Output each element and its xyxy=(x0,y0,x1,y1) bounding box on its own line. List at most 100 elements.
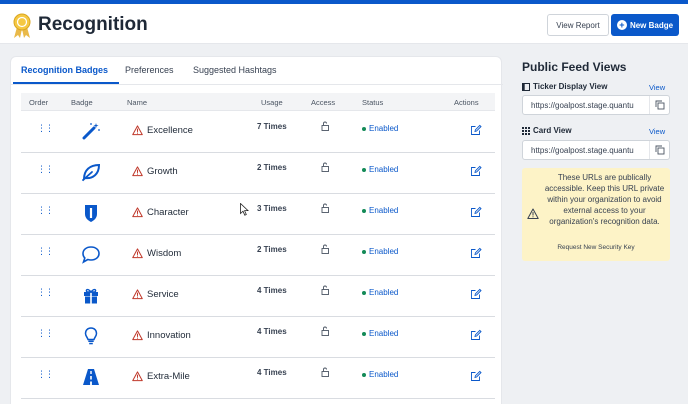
edit-icon[interactable] xyxy=(470,247,482,259)
drag-handle-icon[interactable]: ⋮⋮ xyxy=(37,124,54,136)
status-dot xyxy=(362,208,366,213)
page-header: Recognition View Report + New Badge xyxy=(0,4,688,44)
status-label: Enabled xyxy=(369,124,399,133)
badge-name: Character xyxy=(147,207,189,218)
tab-suggested-hashtags[interactable]: Suggested Hashtags xyxy=(193,65,277,75)
table-row: ⋮⋮ Excellence 7 Times Enabled xyxy=(21,112,495,153)
table-row: ⋮⋮ Extra-Mile 4 Times Enabled xyxy=(21,358,495,399)
gift-icon xyxy=(84,288,98,304)
status-label: Enabled xyxy=(369,206,399,215)
table-row: ⋮⋮ Innovation 4 Times Enabled xyxy=(21,317,495,358)
table-row: ⋮⋮ Wisdom 2 Times Enabled xyxy=(21,235,495,276)
security-notice-text: These URLs are publically accessible. Ke… xyxy=(544,173,665,226)
badge-name: Innovation xyxy=(147,330,191,341)
warning-icon xyxy=(132,207,143,218)
road-icon xyxy=(83,369,99,385)
edit-icon[interactable] xyxy=(470,206,482,218)
drag-handle-icon[interactable]: ⋮⋮ xyxy=(37,165,54,177)
edit-icon[interactable] xyxy=(470,329,482,341)
column-header-access: Access xyxy=(311,98,336,107)
plus-icon: + xyxy=(616,20,627,30)
status-badge: Enabled xyxy=(362,124,398,133)
grid-icon xyxy=(522,126,530,135)
security-notice: These URLs are publically accessible. Ke… xyxy=(522,168,670,261)
unlock-icon xyxy=(321,162,329,172)
status-label: Enabled xyxy=(369,247,399,256)
edit-icon[interactable] xyxy=(470,370,482,382)
edit-icon[interactable] xyxy=(470,288,482,300)
warning-icon xyxy=(527,208,539,219)
drag-handle-icon[interactable]: ⋮⋮ xyxy=(37,370,54,382)
drag-handle-icon[interactable]: ⋮⋮ xyxy=(37,288,54,300)
warning-icon xyxy=(132,330,143,341)
status-dot xyxy=(362,249,366,254)
status-badge: Enabled xyxy=(362,206,398,215)
ticker-display-label: Ticker Display View xyxy=(522,82,607,91)
edit-icon[interactable] xyxy=(470,124,482,136)
status-dot xyxy=(362,372,366,377)
unlock-icon xyxy=(321,244,329,254)
card-view-link[interactable]: View xyxy=(649,127,665,136)
unlock-icon xyxy=(321,203,329,213)
table-header: Order Badge Name Usage Access Status Act… xyxy=(21,93,495,111)
status-dot xyxy=(362,331,366,336)
badge-name: Service xyxy=(147,289,179,300)
column-header-actions: Actions xyxy=(454,98,479,107)
edit-icon[interactable] xyxy=(470,165,482,177)
shield-icon xyxy=(85,205,97,222)
warning-icon xyxy=(132,166,143,177)
copy-card-url-button[interactable] xyxy=(649,141,669,159)
public-feed-panel: Public Feed Views Ticker Display View Vi… xyxy=(510,44,688,404)
ticker-url-field[interactable]: https://goalpost.stage.quantu xyxy=(522,95,670,115)
unlock-icon xyxy=(321,285,329,295)
award-ribbon-icon xyxy=(13,13,31,38)
usage-count: 3 Times xyxy=(257,204,287,213)
public-feed-title: Public Feed Views xyxy=(522,60,627,74)
tab-preferences[interactable]: Preferences xyxy=(125,65,174,75)
magic-wand-icon xyxy=(82,123,100,140)
badge-name: Excellence xyxy=(147,125,193,136)
drag-handle-icon[interactable]: ⋮⋮ xyxy=(37,206,54,218)
drag-handle-icon[interactable]: ⋮⋮ xyxy=(37,247,54,259)
status-label: Enabled xyxy=(369,370,399,379)
view-report-button[interactable]: View Report xyxy=(547,14,609,36)
table-row: ⋮⋮ Growth 2 Times Enabled xyxy=(21,153,495,194)
table-row: ⋮⋮ Character 3 Times Enabled xyxy=(21,194,495,235)
drag-handle-icon[interactable]: ⋮⋮ xyxy=(37,329,54,341)
card-view-label: Card View xyxy=(522,126,572,135)
warning-icon xyxy=(132,248,143,259)
copy-icon xyxy=(655,145,664,155)
new-badge-label: New Badge xyxy=(629,20,674,30)
warning-icon xyxy=(132,371,143,382)
usage-count: 2 Times xyxy=(257,245,287,254)
ticker-view-link[interactable]: View xyxy=(649,83,665,92)
speech-bubble-icon xyxy=(82,246,100,264)
column-header-badge: Badge xyxy=(71,98,93,107)
usage-count: 4 Times xyxy=(257,286,287,295)
status-label: Enabled xyxy=(369,329,399,338)
column-header-usage: Usage xyxy=(261,98,283,107)
new-badge-button[interactable]: + New Badge xyxy=(611,14,679,36)
page-title: Recognition xyxy=(38,14,148,35)
status-badge: Enabled xyxy=(362,329,398,338)
usage-count: 4 Times xyxy=(257,368,287,377)
copy-ticker-url-button[interactable] xyxy=(649,96,669,114)
active-tab-indicator xyxy=(13,82,119,84)
status-badge: Enabled xyxy=(362,288,398,297)
status-badge: Enabled xyxy=(362,165,398,174)
column-header-status: Status xyxy=(362,98,384,107)
tab-recognition-badges[interactable]: Recognition Badges xyxy=(21,65,108,75)
mouse-cursor-icon xyxy=(240,203,249,216)
card-url-field[interactable]: https://goalpost.stage.quantu xyxy=(522,140,670,160)
unlock-icon xyxy=(321,367,329,377)
warning-icon xyxy=(132,125,143,136)
leaf-icon xyxy=(82,163,101,182)
request-security-key-link[interactable]: Request New Security Key xyxy=(522,244,670,251)
card-url-text: https://goalpost.stage.quantu xyxy=(531,146,634,155)
badge-name: Extra-Mile xyxy=(147,371,190,382)
status-label: Enabled xyxy=(369,288,399,297)
badge-name: Wisdom xyxy=(147,248,182,259)
status-badge: Enabled xyxy=(362,370,398,379)
unlock-icon xyxy=(321,121,329,131)
lightbulb-icon xyxy=(84,327,98,345)
